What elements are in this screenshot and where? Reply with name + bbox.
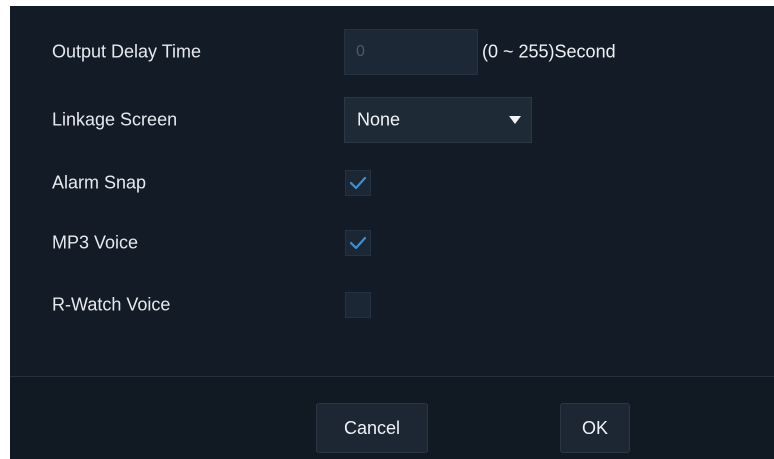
- linkage-screen-row: Linkage Screen None: [10, 97, 774, 143]
- output-delay-label: Output Delay Time: [52, 41, 202, 62]
- checkmark-icon: [349, 236, 367, 250]
- linkage-screen-label: Linkage Screen: [52, 109, 178, 130]
- mp3-voice-checkbox[interactable]: [345, 230, 371, 256]
- linkage-screen-select[interactable]: None: [344, 97, 532, 143]
- alarm-settings-dialog: Output Delay Time 0 (0 ~ 255)Second Link…: [10, 6, 774, 459]
- mp3-voice-label: MP3 Voice: [52, 232, 139, 253]
- alarm-snap-checkbox[interactable]: [345, 170, 371, 196]
- alarm-snap-row: Alarm Snap: [10, 163, 774, 203]
- caret-down-icon: [509, 116, 521, 124]
- r-watch-voice-row: R-Watch Voice: [10, 285, 774, 325]
- dialog-footer: Cancel OK: [10, 377, 774, 459]
- ok-button[interactable]: OK: [560, 403, 630, 453]
- mp3-voice-row: MP3 Voice: [10, 223, 774, 263]
- output-delay-input[interactable]: 0: [344, 29, 478, 75]
- linkage-screen-value: None: [357, 109, 401, 130]
- output-delay-row: Output Delay Time 0 (0 ~ 255)Second: [10, 29, 774, 75]
- checkmark-icon: [349, 176, 367, 190]
- cancel-button[interactable]: Cancel: [316, 403, 428, 453]
- r-watch-voice-checkbox[interactable]: [345, 292, 371, 318]
- output-delay-unit: (0 ~ 255)Second: [482, 41, 616, 62]
- r-watch-voice-label: R-Watch Voice: [52, 294, 171, 315]
- alarm-snap-label: Alarm Snap: [52, 172, 147, 193]
